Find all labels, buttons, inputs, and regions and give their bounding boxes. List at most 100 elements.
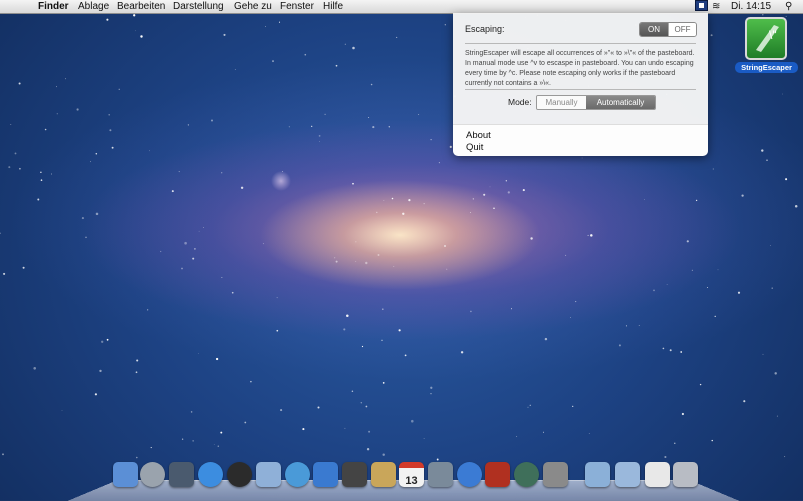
calendar-day: 13 [405, 475, 418, 487]
menu-clock[interactable]: Di. 14:15 [731, 0, 771, 13]
escape-glyph-icon: \" [756, 25, 779, 52]
star [352, 46, 355, 50]
address-book-icon[interactable] [371, 462, 396, 487]
finder-icon[interactable] [113, 462, 138, 487]
mode-manually-button[interactable]: Manually [537, 96, 586, 109]
star [136, 456, 138, 459]
mail-icon[interactable] [256, 462, 281, 487]
stringescaper-status-icon[interactable] [695, 0, 708, 11]
description-text: StringEscaper will escape all occurrence… [465, 50, 695, 87]
photo-booth-icon[interactable] [342, 462, 367, 487]
star [664, 455, 667, 459]
mission-control-icon[interactable] [169, 462, 194, 487]
star [770, 245, 771, 246]
escaping-toggle-switch[interactable]: ON OFF [639, 22, 697, 37]
star [381, 339, 383, 341]
star [215, 357, 219, 361]
star [368, 116, 370, 119]
star [282, 171, 283, 172]
wifi-icon[interactable]: ≋ [712, 0, 720, 13]
star [14, 152, 17, 155]
star [171, 190, 174, 193]
applications-folder-icon[interactable] [585, 462, 610, 487]
menu-darstellung[interactable]: Darstellung [173, 0, 224, 13]
star [335, 64, 338, 67]
star [221, 276, 223, 278]
star [192, 440, 194, 442]
downloads-stack-icon[interactable] [645, 462, 670, 487]
star [94, 393, 98, 396]
star [76, 108, 79, 111]
app-store-icon[interactable] [198, 462, 223, 487]
menu-ablage[interactable]: Ablage [78, 0, 109, 13]
star [638, 325, 640, 326]
star [712, 168, 714, 170]
star [511, 308, 512, 310]
star [50, 173, 53, 175]
star [118, 88, 120, 90]
star [423, 438, 425, 439]
launchpad-icon[interactable] [140, 462, 165, 487]
star [81, 217, 84, 220]
documents-folder-icon[interactable] [615, 462, 640, 487]
star [695, 199, 698, 202]
menu-bar: Finder Ablage Bearbeiten Darstellung Geh… [0, 0, 803, 14]
star [304, 53, 307, 56]
mode-segmented-control[interactable]: Manually Automatically [536, 95, 656, 110]
star [522, 189, 525, 192]
star [493, 207, 495, 209]
star [376, 211, 378, 214]
photo-icon[interactable] [485, 462, 510, 487]
star [355, 260, 357, 262]
dashboard-icon[interactable] [227, 462, 252, 487]
star [418, 114, 420, 115]
stringescaper-popup-menu: Escaping: ON OFF StringEscaper will esca… [453, 13, 708, 156]
star [317, 406, 320, 409]
star [44, 128, 47, 131]
star [430, 386, 433, 389]
menu-item-quit[interactable]: Quit [466, 142, 483, 153]
menu-bearbeiten[interactable]: Bearbeiten [117, 0, 165, 13]
star [404, 354, 407, 357]
star [140, 35, 143, 38]
menu-hilfe[interactable]: Hilfe [323, 0, 343, 13]
time-machine-icon[interactable] [514, 462, 539, 487]
menu-item-about[interactable]: About [466, 130, 491, 141]
star [784, 456, 786, 458]
separator [465, 43, 696, 44]
star [0, 232, 1, 234]
mode-automatically-button[interactable]: Automatically [586, 96, 655, 109]
star [774, 372, 777, 375]
star [95, 153, 98, 155]
star [590, 234, 593, 237]
star [408, 199, 411, 202]
menu-fenster[interactable]: Fenster [280, 0, 314, 13]
menu-finder[interactable]: Finder [38, 0, 69, 13]
star [706, 287, 708, 288]
app-icon-label: StringEscaper [735, 62, 798, 73]
switch-on-segment[interactable]: ON [640, 23, 668, 36]
star [343, 328, 346, 331]
star [181, 438, 184, 440]
stringescaper-app-icon[interactable]: \" [745, 17, 787, 60]
itunes-icon[interactable] [457, 462, 482, 487]
system-preferences-icon[interactable] [543, 462, 568, 487]
star [382, 382, 385, 384]
star [250, 380, 252, 383]
safari-icon[interactable] [285, 462, 310, 487]
facetime-icon[interactable] [313, 462, 338, 487]
star [470, 212, 471, 213]
star [472, 198, 474, 200]
switch-off-segment[interactable]: OFF [668, 23, 696, 36]
star [382, 453, 385, 456]
ical-icon[interactable]: 13 [399, 462, 424, 487]
spotlight-search-icon[interactable]: ⚲ [785, 0, 792, 13]
star [365, 405, 368, 408]
star [213, 444, 215, 445]
star [210, 119, 214, 122]
star [187, 124, 190, 126]
menu-gehe-zu[interactable]: Gehe zu [234, 0, 272, 13]
preview-icon[interactable] [428, 462, 453, 487]
star [198, 230, 200, 232]
trash-icon[interactable] [673, 462, 698, 487]
